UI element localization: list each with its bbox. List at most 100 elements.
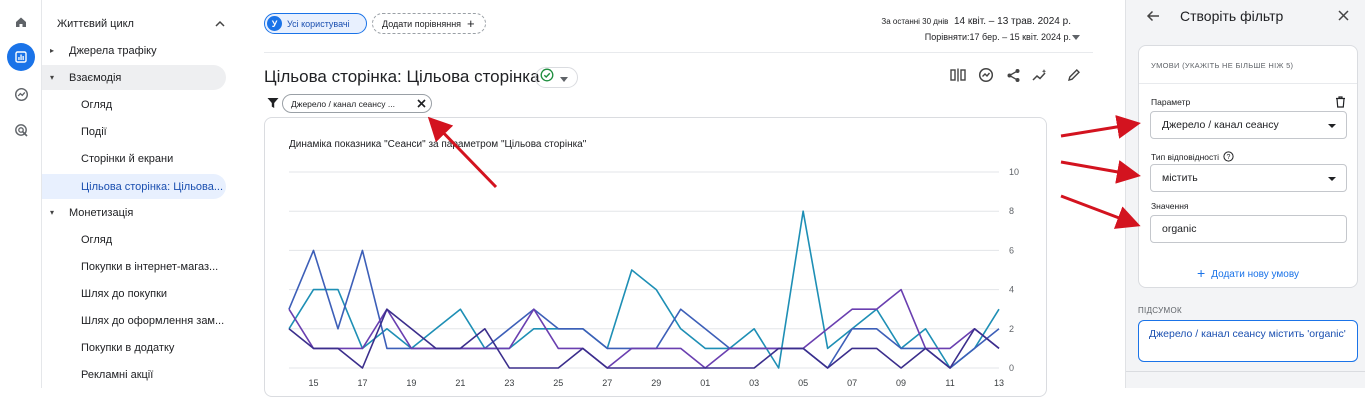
y-tick-label: 6 [1009,245,1014,255]
y-tick-label: 4 [1009,285,1014,295]
x-tick-label: 09 [896,378,906,388]
series-line-2 [288,249,1000,369]
nav-rail [0,0,42,388]
add-comparison-button[interactable]: Додати порівняння + [372,13,486,34]
value-input[interactable]: organic [1150,215,1347,243]
x-tick-label: 15 [308,378,318,388]
caret-down-icon [1328,177,1336,181]
chevron-down-icon [560,69,568,87]
sidebar-item-in-app-purchases[interactable]: Покупки в додатку [81,335,174,360]
page-title: Цільова сторінка: Цільова сторінка [264,67,540,86]
help-icon[interactable]: ? [1223,151,1235,164]
date-prefix: За останні 30 днів [881,17,949,26]
add-condition-label: Додати нову умову [1211,269,1299,280]
sidebar-item-overview[interactable]: Огляд [81,92,112,117]
date-dropdown-icon[interactable] [1072,27,1080,45]
sidebar-item-engagement[interactable]: ▾ Взаємодія [50,65,121,90]
x-tick-label: 19 [406,378,416,388]
x-tick-label: 05 [798,378,808,388]
back-arrow-icon[interactable] [1146,9,1160,28]
series-line-4 [288,308,1000,369]
panel-header: Створіть фільтр [1126,0,1365,32]
x-tick-label: 29 [651,378,661,388]
conditions-card: УМОВИ (УКАЖІТЬ НЕ БІЛЬШЕ НІЖ 5) Параметр… [1138,45,1358,288]
check-circle-icon [540,68,554,87]
panel-bottom-divider [1126,371,1365,372]
reports-icon[interactable] [7,43,35,71]
plus-icon: + [467,16,475,31]
segment-chip-all-users[interactable]: У Усі користувачі [264,13,367,34]
filter-icon[interactable] [267,96,279,114]
sidebar-item-label: Рекламні акції [81,368,154,381]
sidebar-item-traffic[interactable]: ▸ Джерела трафіку [50,38,157,63]
param-label: Параметр [1151,97,1191,107]
advertising-icon[interactable] [7,116,35,144]
y-tick-label: 10 [1009,167,1019,177]
sidebar-item-purchase-journey[interactable]: Шлях до покупки [81,281,167,306]
y-tick-label: 0 [1009,363,1014,373]
filter-chip[interactable]: Джерело / канал сеансу ... [282,94,432,113]
y-tick-label: 8 [1009,206,1014,216]
sidebar-item-label: Огляд [81,233,113,246]
conditions-divider [1139,83,1357,84]
caret-down-icon [1328,124,1336,128]
trend-sparkle-icon[interactable] [1029,64,1051,86]
sidebar-item-label: Шлях до оформлення зам... [81,314,225,327]
caret-right-icon: ▸ [50,46,55,55]
segment-chip-label: Усі користувачі [287,18,350,29]
close-icon[interactable] [1337,9,1350,27]
sidebar-item-ecommerce[interactable]: Покупки в інтернет-магаз... [81,254,218,279]
caret-down-icon: ▾ [50,73,55,82]
sidebar-item-monetization-overview[interactable]: Огляд [81,227,112,252]
sidebar-item-pages[interactable]: Сторінки й екрани [81,146,173,171]
avatar: У [267,16,282,31]
plus-icon: + [1197,265,1206,281]
svg-text:?: ? [1227,154,1231,161]
reports-sidebar: Життєвий цикл ▸ Джерела трафіку ▾ Взаємо… [42,0,238,388]
caret-down-icon: ▾ [50,208,55,217]
compare-icon[interactable] [947,64,969,86]
share-icon[interactable] [1002,64,1024,86]
sidebar-item-label: Взаємодія [69,71,122,84]
sidebar-item-monetization[interactable]: ▾ Монетизація [50,200,133,225]
sidebar-top-group-label: Життєвий цикл [57,17,134,30]
param-select[interactable]: Джерело / канал сеансу [1150,111,1347,139]
value-input-text: organic [1162,223,1197,235]
add-comparison-label: Додати порівняння [382,18,462,29]
sidebar-item-label: Покупки в додатку [81,341,175,354]
explore-icon[interactable] [7,80,35,108]
sidebar-item-label: Події [81,125,107,138]
value-label: Значення [1151,201,1189,211]
x-tick-label: 21 [455,378,465,388]
line-chart: 0 2 4 6 8 10 15 17 19 21 23 25 27 29 01 03 05 07 09 11 13 [288,167,1019,388]
home-icon[interactable] [7,8,35,36]
summary-label: ПІДСУМОК [1138,306,1182,315]
insights-icon[interactable] [975,64,997,86]
sidebar-item-landing-page[interactable]: Цільова сторінка: Цільова... [81,174,223,199]
main-content: У Усі користувачі Додати порівняння + За… [238,0,1125,397]
date-range-picker[interactable]: За останні 30 днів 14 квіт. – 13 трав. 2… [881,16,1071,27]
edit-icon[interactable] [1063,64,1085,86]
match-type-select[interactable]: містить [1150,164,1347,192]
sidebar-item-label: Шлях до покупки [81,287,168,300]
add-condition-button[interactable]: + Додати нову умову [1139,264,1357,281]
x-tick-label: 23 [504,378,514,388]
x-tick-label: 17 [357,378,367,388]
sidebar-item-checkout-journey[interactable]: Шлях до оформлення зам... [81,308,224,333]
match-type-value: містить [1162,172,1198,184]
x-tick-label: 13 [994,378,1004,388]
summary-box: Джерело / канал сеансу містить 'organic' [1138,320,1358,362]
sidebar-top-group[interactable]: Життєвий цикл [57,11,225,36]
sidebar-item-events[interactable]: Події [81,119,107,144]
x-tick-label: 03 [749,378,759,388]
filter-chip-label: Джерело / канал сеансу ... [291,98,395,109]
report-status-button[interactable] [535,67,578,88]
conditions-header: УМОВИ (УКАЖІТЬ НЕ БІЛЬШЕ НІЖ 5) [1151,61,1294,70]
close-icon[interactable] [416,98,427,111]
sidebar-item-label: Джерела трафіку [69,44,157,57]
x-tick-label: 25 [553,378,563,388]
sidebar-item-label: Монетизація [69,206,134,219]
x-tick-label: 01 [700,378,710,388]
x-tick-label: 07 [847,378,857,388]
sidebar-item-promotions[interactable]: Рекламні акції [81,362,153,387]
